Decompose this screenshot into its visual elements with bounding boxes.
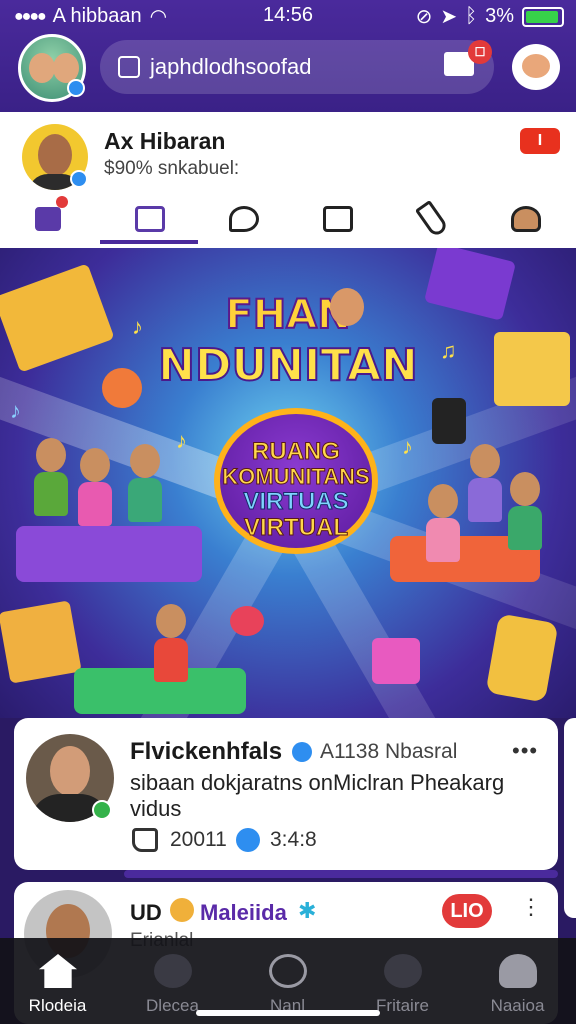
notification-dot bbox=[56, 196, 68, 208]
chat-icon bbox=[229, 206, 259, 232]
music-note-icon: ♪ bbox=[132, 314, 143, 339]
verified-icon bbox=[67, 79, 85, 97]
alarm-icon: ⊘ bbox=[415, 6, 433, 28]
post-meta: A1138 Nbasral bbox=[320, 740, 458, 763]
post-author-prefix: UD bbox=[130, 900, 162, 925]
ticket-illustration bbox=[485, 613, 559, 703]
post-author-name[interactable]: Flvickenhfals bbox=[130, 738, 282, 766]
search-text: japhdlodhsoofad bbox=[150, 54, 312, 79]
battery-icon bbox=[522, 6, 564, 27]
location-icon: ➤ bbox=[440, 6, 458, 28]
banner-circle-line2: KOMUNITANS bbox=[222, 464, 370, 490]
globe-icon bbox=[154, 954, 192, 988]
character-illustration bbox=[428, 484, 458, 518]
star-icon: ✱ bbox=[298, 898, 317, 923]
status-badge[interactable]: LIO bbox=[442, 894, 492, 928]
card-divider bbox=[124, 870, 558, 878]
profile-subtitle: $90% snkabuel: bbox=[104, 158, 240, 179]
gift-box-illustration bbox=[0, 600, 82, 684]
post-text: sibaan dokjaratns onMiclran Pheakarg vid… bbox=[130, 770, 505, 821]
share-count: 3:4:8 bbox=[270, 828, 317, 851]
nav-label: Rlodeia bbox=[28, 996, 87, 1015]
tab-mail[interactable] bbox=[290, 190, 386, 248]
tab-home[interactable] bbox=[0, 190, 96, 248]
character-illustration bbox=[468, 478, 502, 522]
active-tab-indicator bbox=[100, 240, 198, 244]
verified-icon bbox=[70, 170, 88, 188]
character-illustration bbox=[156, 604, 186, 638]
character-illustration bbox=[508, 506, 542, 550]
banner-circle-line4: VIRTUAL bbox=[244, 514, 349, 542]
character-illustration bbox=[78, 482, 112, 526]
share-icon[interactable] bbox=[236, 828, 260, 852]
tab-profile[interactable] bbox=[478, 190, 574, 248]
verified-icon bbox=[92, 800, 112, 820]
profile-icon bbox=[511, 206, 541, 232]
explore-icon bbox=[384, 954, 422, 988]
avatar-face bbox=[38, 134, 72, 176]
speaker-illustration bbox=[432, 398, 466, 444]
like-icon[interactable] bbox=[132, 828, 158, 852]
verified-icon bbox=[292, 742, 312, 762]
community-banner[interactable]: FHAN NDUNITAN RUANG KOMUNITANS VIRTUAS V… bbox=[0, 248, 576, 718]
post-author-name[interactable]: Maleiida bbox=[200, 900, 287, 926]
avatar-face bbox=[29, 53, 55, 83]
bluetooth-icon: ᛒ bbox=[465, 5, 478, 27]
battery-percent: 3% bbox=[485, 5, 514, 27]
character-illustration bbox=[426, 518, 460, 562]
profile-icon bbox=[499, 954, 537, 988]
tab-chat[interactable] bbox=[196, 190, 292, 248]
more-options-button[interactable]: ⋮ bbox=[520, 894, 542, 920]
character-illustration bbox=[154, 638, 188, 682]
tab-edit[interactable] bbox=[384, 190, 480, 248]
character-illustration bbox=[330, 288, 364, 326]
like-count: 20011 bbox=[170, 828, 227, 851]
next-card-edge bbox=[564, 718, 576, 918]
banner-circle-line3: VIRTUAS bbox=[243, 488, 349, 516]
edit-icon bbox=[414, 199, 450, 239]
character-illustration bbox=[128, 478, 162, 522]
mail-icon bbox=[323, 206, 353, 232]
profile-tabs bbox=[0, 190, 576, 248]
platform-illustration bbox=[16, 526, 202, 582]
heart-illustration bbox=[230, 606, 264, 636]
avatar-face bbox=[50, 746, 90, 796]
more-options-button[interactable]: ••• bbox=[512, 738, 538, 764]
clock-icon bbox=[269, 954, 307, 988]
emoji-icon bbox=[170, 898, 194, 922]
profile-name: Ax Hibaran bbox=[104, 128, 226, 154]
nav-label: Naaioa bbox=[490, 996, 545, 1015]
battery-level bbox=[526, 10, 559, 23]
notification-tag[interactable]: I bbox=[520, 128, 560, 154]
nav-item-profile[interactable]: Naaioa bbox=[460, 938, 575, 1024]
search-bar[interactable]: japhdlodhsoofad bbox=[100, 40, 494, 94]
cart-badge: ☐ bbox=[468, 40, 492, 64]
mascot-icon[interactable] bbox=[512, 44, 560, 90]
music-note-icon: ♪ bbox=[176, 428, 187, 453]
post-card[interactable]: Flvickenhfals A1138 Nbasral ••• sibaan d… bbox=[14, 718, 558, 870]
gallery-icon bbox=[135, 206, 165, 232]
character-illustration bbox=[34, 472, 68, 516]
character-illustration bbox=[130, 444, 160, 478]
home-icon bbox=[39, 954, 77, 988]
music-note-icon: ♫ bbox=[440, 338, 457, 363]
nav-item-home[interactable]: Rlodeia bbox=[0, 938, 115, 1024]
user-avatar[interactable] bbox=[18, 34, 86, 102]
status-bar: ●●●● A hibbaan ◠ 14:56 ⊘ ➤ ᛒ 3% bbox=[0, 0, 576, 30]
home-indicator[interactable] bbox=[196, 1010, 380, 1016]
store-icon bbox=[118, 56, 140, 78]
profile-panel: Ax Hibaran $90% snkabuel: I bbox=[0, 112, 576, 248]
music-note-icon: ♪ bbox=[402, 434, 413, 459]
home-icon bbox=[35, 207, 61, 231]
banner-circle-line1: RUANG bbox=[252, 438, 341, 466]
gift-box-illustration bbox=[372, 638, 420, 684]
character-illustration bbox=[36, 438, 66, 472]
banner-title-line2: NDUNITAN bbox=[157, 339, 419, 392]
music-note-icon: ♪ bbox=[10, 398, 21, 423]
character-illustration bbox=[510, 472, 540, 506]
banner-title-line1: FHAN bbox=[224, 291, 351, 339]
character-illustration bbox=[470, 444, 500, 478]
character-illustration bbox=[80, 448, 110, 482]
top-header: ●●●● A hibbaan ◠ 14:56 ⊘ ➤ ᛒ 3% japhdlod… bbox=[0, 0, 576, 112]
